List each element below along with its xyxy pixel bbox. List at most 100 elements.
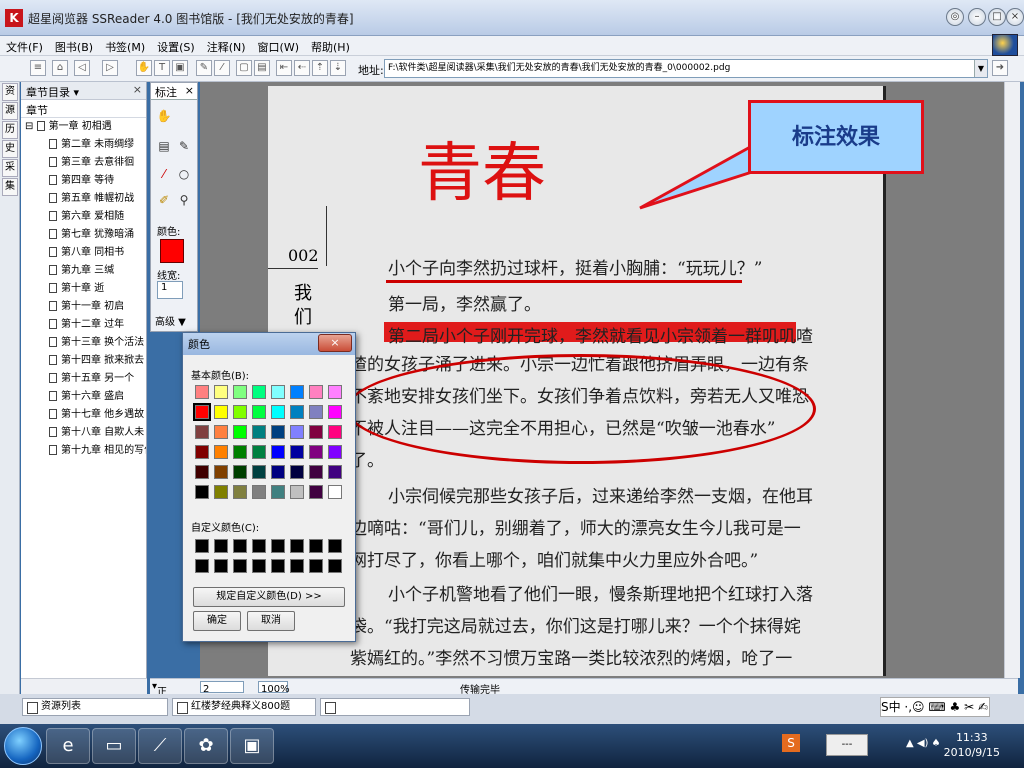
system-clock[interactable]: 11:33 2010/9/15 bbox=[944, 730, 1000, 760]
menu-help[interactable]: 帮助(H) bbox=[305, 36, 356, 55]
color-cell[interactable] bbox=[195, 465, 209, 479]
color-cell[interactable] bbox=[214, 385, 228, 399]
maximize-button[interactable]: □ bbox=[988, 8, 1006, 26]
color-cell[interactable] bbox=[193, 403, 211, 421]
color-cell[interactable] bbox=[271, 385, 285, 399]
color-cell[interactable] bbox=[290, 485, 304, 499]
color-cell[interactable] bbox=[233, 405, 247, 419]
region-select-icon[interactable]: ▣ bbox=[172, 60, 188, 76]
color-cell[interactable] bbox=[214, 405, 228, 419]
fit-page-icon[interactable]: ▢ bbox=[236, 60, 252, 76]
custom-color-cell[interactable] bbox=[290, 539, 304, 553]
custom-color-cell[interactable] bbox=[309, 559, 323, 573]
tab-current-book[interactable] bbox=[320, 698, 470, 716]
hand-icon[interactable]: ✋ bbox=[136, 60, 152, 76]
color-cell[interactable] bbox=[195, 425, 209, 439]
custom-color-cell[interactable] bbox=[271, 539, 285, 553]
toc-item[interactable]: 第三章 去意徘徊 bbox=[21, 154, 146, 172]
toc-item[interactable]: 第十九章 相见的写作 bbox=[21, 442, 146, 460]
color-cell[interactable] bbox=[271, 425, 285, 439]
ie-icon[interactable]: e bbox=[46, 728, 90, 764]
color-cell[interactable] bbox=[233, 445, 247, 459]
keyboard-icon[interactable]: --- bbox=[826, 734, 868, 756]
color-cell[interactable] bbox=[328, 385, 342, 399]
color-cell[interactable] bbox=[252, 385, 266, 399]
color-cell[interactable] bbox=[214, 465, 228, 479]
page-input[interactable]: 2 bbox=[200, 681, 244, 695]
color-cell[interactable] bbox=[252, 485, 266, 499]
custom-color-cell[interactable] bbox=[328, 539, 342, 553]
custom-color-cell[interactable] bbox=[195, 559, 209, 573]
color-cell[interactable] bbox=[233, 425, 247, 439]
link-icon[interactable]: ⚲ bbox=[175, 191, 193, 209]
color-cell[interactable] bbox=[214, 485, 228, 499]
color-cell[interactable] bbox=[328, 485, 342, 499]
toc-item[interactable]: 第十五章 另一个 bbox=[21, 370, 146, 388]
go-icon[interactable]: ➜ bbox=[992, 60, 1008, 76]
page-up-icon[interactable]: ⇡ bbox=[312, 60, 328, 76]
ime-toolbar[interactable]: S中 ·,☺ ⌨ ♣ ✂ ✍ bbox=[880, 697, 990, 717]
toc-item[interactable]: 第十七章 他乡遇故 bbox=[21, 406, 146, 424]
color-cell[interactable] bbox=[309, 405, 323, 419]
toc-item[interactable]: 第十八章 自欺人未 bbox=[21, 424, 146, 442]
note-icon[interactable]: ▤ bbox=[155, 137, 173, 155]
menu-window[interactable]: 窗口(W) bbox=[252, 36, 305, 55]
fit-width-icon[interactable]: ▤ bbox=[254, 60, 270, 76]
color-cell[interactable] bbox=[271, 405, 285, 419]
start-button[interactable] bbox=[4, 727, 42, 765]
chevron-down-icon[interactable]: ▼ bbox=[974, 60, 987, 77]
color-cell[interactable] bbox=[195, 445, 209, 459]
toc-item[interactable]: 第十一章 初启 bbox=[21, 298, 146, 316]
custom-color-cell[interactable] bbox=[309, 539, 323, 553]
custom-color-cell[interactable] bbox=[252, 539, 266, 553]
back-icon[interactable]: ◁ bbox=[74, 60, 90, 76]
width-stepper[interactable]: 1 bbox=[157, 281, 183, 299]
side-tab-history-1[interactable]: 历 bbox=[2, 121, 18, 139]
color-cell[interactable] bbox=[290, 445, 304, 459]
color-cell[interactable] bbox=[271, 485, 285, 499]
color-cell[interactable] bbox=[309, 465, 323, 479]
side-tab-resource-1[interactable]: 资 bbox=[2, 83, 18, 101]
custom-color-cell[interactable] bbox=[252, 559, 266, 573]
toc-item[interactable]: 第十四章 掀来掀去 bbox=[21, 352, 146, 370]
toc-header[interactable]: 章节目录 ▾ × bbox=[21, 82, 146, 100]
toc-item[interactable]: 第二章 未雨绸缪 bbox=[21, 136, 146, 154]
first-page-icon[interactable]: ⇤ bbox=[276, 60, 292, 76]
highlighter-icon[interactable]: ✐ bbox=[155, 191, 173, 209]
text-select-icon[interactable]: T bbox=[154, 60, 170, 76]
powerpoint-icon[interactable]: ▣ bbox=[230, 728, 274, 764]
zoom-select[interactable]: 100% bbox=[258, 681, 290, 695]
view-mode[interactable]: ▾正文页 bbox=[152, 681, 167, 728]
custom-color-cell[interactable] bbox=[271, 559, 285, 573]
custom-color-cell[interactable] bbox=[233, 559, 247, 573]
folder-icon[interactable]: ▭ bbox=[92, 728, 136, 764]
color-cell[interactable] bbox=[271, 465, 285, 479]
color-cell[interactable] bbox=[309, 385, 323, 399]
custom-color-cell[interactable] bbox=[328, 559, 342, 573]
ok-button[interactable]: 确定 bbox=[193, 611, 241, 631]
toc-item[interactable]: 第五章 帷幄初战 bbox=[21, 190, 146, 208]
custom-color-cell[interactable] bbox=[214, 559, 228, 573]
toc-item[interactable]: 第十三章 换个活法 bbox=[21, 334, 146, 352]
side-tab-collect-1[interactable]: 采 bbox=[2, 159, 18, 177]
color-cell[interactable] bbox=[233, 465, 247, 479]
color-cell[interactable] bbox=[309, 485, 323, 499]
menu-bookmark[interactable]: 书签(M) bbox=[99, 36, 151, 55]
ssreader-icon[interactable]: ⟋ bbox=[138, 728, 182, 764]
vertical-scrollbar[interactable] bbox=[1004, 82, 1020, 678]
side-tab-collect-2[interactable]: 集 bbox=[2, 178, 18, 196]
color-cell[interactable] bbox=[309, 425, 323, 439]
toc-item[interactable]: 第八章 同相书 bbox=[21, 244, 146, 262]
advanced-button[interactable]: 高级 ▼ bbox=[155, 313, 186, 328]
home-icon[interactable]: ⌂ bbox=[52, 60, 68, 76]
define-custom-colors-button[interactable]: 规定自定义颜色(D) >> bbox=[193, 587, 345, 607]
toc-root[interactable]: ⊟ 第一章 初相遇 bbox=[21, 118, 146, 136]
menu-settings[interactable]: 设置(S) bbox=[151, 36, 201, 55]
highlight-icon[interactable]: ⁄ bbox=[214, 60, 230, 76]
color-cell[interactable] bbox=[195, 385, 209, 399]
custom-color-cell[interactable] bbox=[233, 539, 247, 553]
forward-icon[interactable]: ▷ bbox=[102, 60, 118, 76]
color-cell[interactable] bbox=[233, 485, 247, 499]
line-icon[interactable]: ⁄ bbox=[155, 165, 173, 183]
side-tab-resource-2[interactable]: 源 bbox=[2, 102, 18, 120]
